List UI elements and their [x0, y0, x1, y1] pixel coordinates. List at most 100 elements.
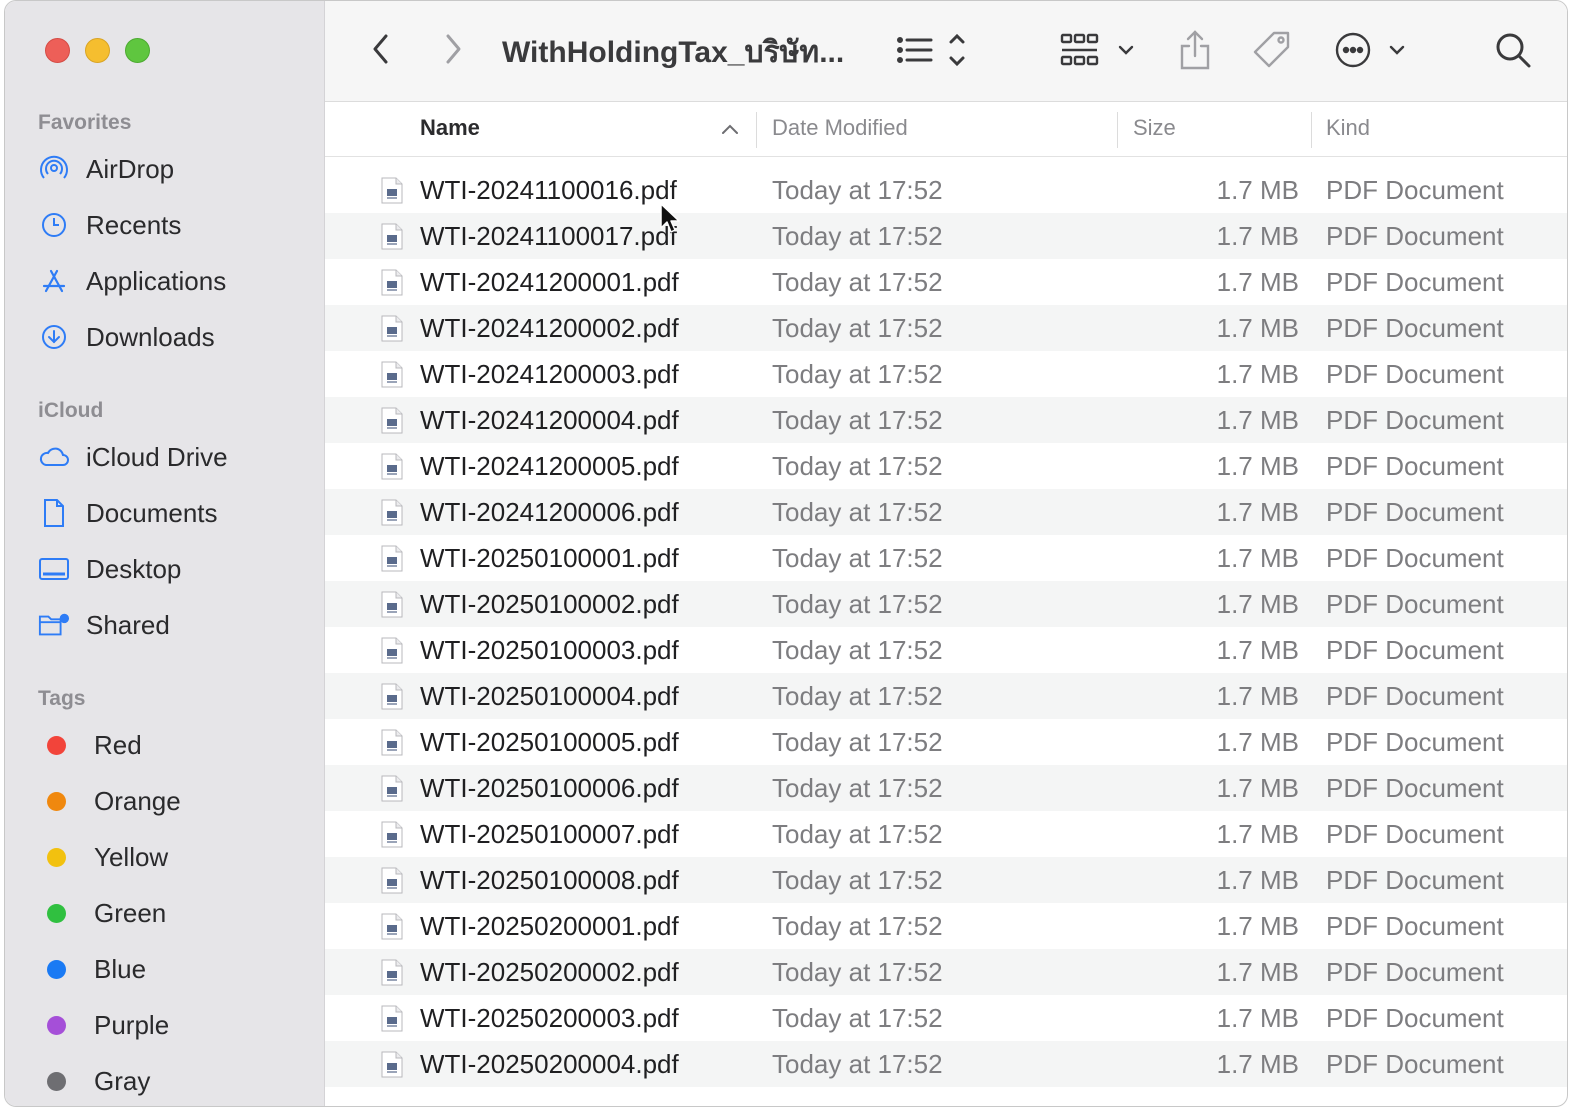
file-kind: PDF Document — [1326, 589, 1504, 619]
file-kind: PDF Document — [1326, 957, 1504, 987]
ellipsis-circle-icon — [1335, 32, 1405, 68]
file-kind: PDF Document — [1326, 543, 1504, 573]
view-options-button[interactable] — [891, 27, 971, 73]
file-size: 1.7 MB — [1216, 819, 1299, 849]
file-name: WTI-20241200003.pdf — [420, 359, 679, 389]
table-row[interactable]: WTI-20250100004.pdf Today at 17:52 1.7 MB P… — [325, 673, 1567, 719]
pdf-file-icon — [381, 1005, 403, 1032]
more-actions-button[interactable] — [1333, 27, 1413, 73]
sidebar-item-label: Yellow — [94, 841, 169, 872]
sidebar-tag-red[interactable]: Red — [38, 725, 308, 765]
sidebar-item-desktop[interactable]: Desktop — [38, 549, 308, 589]
file-kind: PDF Document — [1326, 267, 1504, 297]
zoom-window-button[interactable] — [125, 38, 150, 63]
date-modified-column-header[interactable]: Date Modified — [772, 115, 908, 141]
file-size: 1.7 MB — [1216, 865, 1299, 895]
file-name: WTI-20250100002.pdf — [420, 589, 679, 619]
table-row[interactable]: WTI-20250100005.pdf Today at 17:52 1.7 MB P… — [325, 719, 1567, 765]
table-row[interactable]: WTI-20241200006.pdf Today at 17:52 1.7 MB P… — [325, 489, 1567, 535]
file-size: 1.7 MB — [1216, 635, 1299, 665]
sidebar: Favorites AirDrop Recents Applications D… — [5, 1, 325, 1106]
table-row[interactable]: WTI-20250100002.pdf Today at 17:52 1.7 MB P… — [325, 581, 1567, 627]
column-divider[interactable] — [1117, 112, 1118, 148]
sidebar-tag-blue[interactable]: Blue — [38, 949, 308, 989]
table-row[interactable]: WTI-20250100008.pdf Today at 17:52 1.7 MB P… — [325, 857, 1567, 903]
kind-column-header[interactable]: Kind — [1326, 115, 1370, 141]
table-row[interactable]: WTI-20250100003.pdf Today at 17:52 1.7 MB P… — [325, 627, 1567, 673]
file-kind: PDF Document — [1326, 1003, 1504, 1033]
table-row[interactable]: WTI-20241100017.pdf Today at 17:52 1.7 MB P… — [325, 213, 1567, 259]
file-size: 1.7 MB — [1216, 727, 1299, 757]
minimize-window-button[interactable] — [85, 38, 110, 63]
table-row[interactable]: WTI-20241200003.pdf Today at 17:52 1.7 MB P… — [325, 351, 1567, 397]
sidebar-item-downloads[interactable]: Downloads — [38, 317, 308, 357]
file-size: 1.7 MB — [1216, 405, 1299, 435]
shared-folder-icon — [38, 609, 70, 641]
sidebar-item-airdrop[interactable]: AirDrop — [38, 149, 308, 189]
table-row[interactable]: WTI-20250200003.pdf Today at 17:52 1.7 MB P… — [325, 995, 1567, 1041]
file-kind: PDF Document — [1326, 359, 1504, 389]
table-row[interactable]: WTI-20241200005.pdf Today at 17:52 1.7 MB P… — [325, 443, 1567, 489]
file-kind: PDF Document — [1326, 773, 1504, 803]
back-button[interactable] — [363, 29, 399, 69]
document-icon — [38, 497, 70, 529]
file-name: WTI-20241200001.pdf — [420, 267, 679, 297]
file-date-modified: Today at 17:52 — [772, 451, 943, 481]
close-window-button[interactable] — [45, 38, 70, 63]
table-row[interactable]: WTI-20250100006.pdf Today at 17:52 1.7 MB P… — [325, 765, 1567, 811]
file-date-modified: Today at 17:52 — [772, 1049, 943, 1079]
tags-button[interactable] — [1247, 25, 1297, 75]
pdf-file-icon — [381, 959, 403, 986]
pdf-file-icon — [381, 223, 403, 250]
table-row[interactable]: WTI-20250200002.pdf Today at 17:52 1.7 MB P… — [325, 949, 1567, 995]
file-date-modified: Today at 17:52 — [772, 405, 943, 435]
file-name: WTI-20241100016.pdf — [420, 175, 677, 205]
clock-icon — [38, 209, 70, 241]
file-size: 1.7 MB — [1216, 911, 1299, 941]
column-divider[interactable] — [1311, 112, 1312, 148]
column-divider[interactable] — [756, 112, 757, 148]
file-name: WTI-20250100008.pdf — [420, 865, 679, 895]
file-kind: PDF Document — [1326, 819, 1504, 849]
file-list: WTI-20241100016.pdf Today at 17:52 1.7 MB P… — [325, 167, 1567, 1087]
chevron-right-icon — [446, 34, 461, 64]
table-row[interactable]: WTI-20241200001.pdf Today at 17:52 1.7 MB P… — [325, 259, 1567, 305]
sidebar-item-documents[interactable]: Documents — [38, 493, 308, 533]
table-row[interactable]: WTI-20250100001.pdf Today at 17:52 1.7 MB P… — [325, 535, 1567, 581]
red-tag-dot-icon — [47, 735, 66, 755]
search-button[interactable] — [1491, 27, 1535, 73]
grid-icon — [1060, 33, 1134, 66]
file-date-modified: Today at 17:52 — [772, 267, 943, 297]
sidebar-tag-gray[interactable]: Gray — [38, 1061, 308, 1101]
group-button[interactable] — [1059, 27, 1143, 73]
file-date-modified: Today at 17:52 — [772, 635, 943, 665]
file-kind: PDF Document — [1326, 497, 1504, 527]
sidebar-tag-purple[interactable]: Purple — [38, 1005, 308, 1045]
file-date-modified: Today at 17:52 — [772, 1003, 943, 1033]
table-row[interactable]: WTI-20241200002.pdf Today at 17:52 1.7 MB P… — [325, 305, 1567, 351]
sidebar-item-label: Red — [94, 729, 142, 760]
file-name: WTI-20241200002.pdf — [420, 313, 679, 343]
share-button[interactable] — [1173, 25, 1217, 75]
sidebar-tag-yellow[interactable]: Yellow — [38, 837, 308, 877]
sidebar-item-icloud-drive[interactable]: iCloud Drive — [38, 437, 308, 477]
sidebar-item-recents[interactable]: Recents — [38, 205, 308, 245]
table-row[interactable]: WTI-20241200004.pdf Today at 17:52 1.7 MB P… — [325, 397, 1567, 443]
sidebar-item-applications[interactable]: Applications — [38, 261, 308, 301]
sidebar-item-label: Desktop — [86, 553, 182, 584]
table-row[interactable]: WTI-20250200004.pdf Today at 17:52 1.7 MB P… — [325, 1041, 1567, 1087]
file-size: 1.7 MB — [1216, 221, 1299, 251]
pdf-file-icon — [381, 729, 403, 756]
green-tag-dot-icon — [47, 903, 66, 923]
table-row[interactable]: WTI-20250100007.pdf Today at 17:52 1.7 MB P… — [325, 811, 1567, 857]
sidebar-item-label: Green — [94, 897, 167, 928]
forward-button[interactable] — [435, 29, 471, 69]
name-column-header[interactable]: Name — [420, 115, 480, 141]
file-date-modified: Today at 17:52 — [772, 221, 943, 251]
table-row[interactable]: WTI-20250200001.pdf Today at 17:52 1.7 MB P… — [325, 903, 1567, 949]
size-column-header[interactable]: Size — [1133, 115, 1176, 141]
table-row[interactable]: WTI-20241100016.pdf Today at 17:52 1.7 MB P… — [325, 167, 1567, 213]
sidebar-tag-orange[interactable]: Orange — [38, 781, 308, 821]
sidebar-item-shared[interactable]: Shared — [38, 605, 308, 645]
sidebar-tag-green[interactable]: Green — [38, 893, 308, 933]
